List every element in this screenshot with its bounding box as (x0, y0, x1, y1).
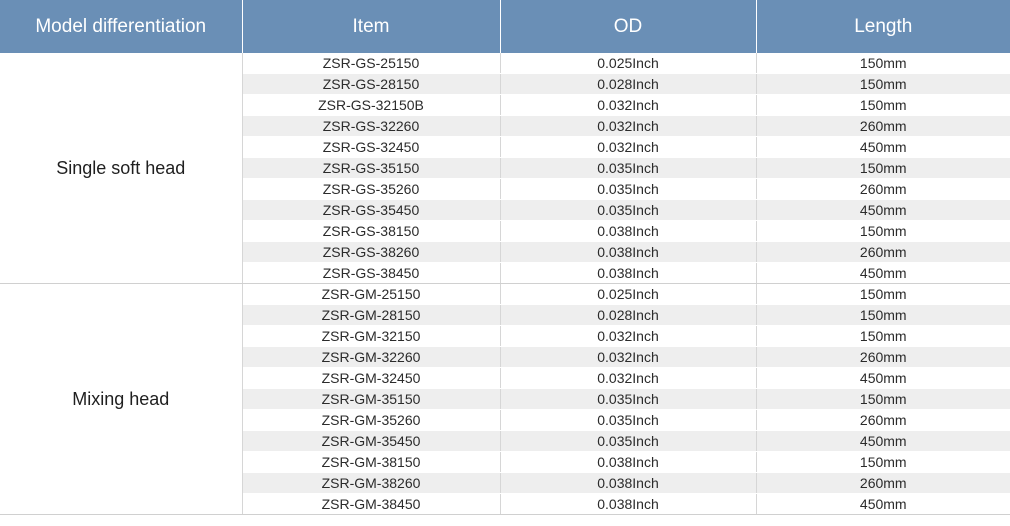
length-cell: 150mm (756, 220, 1010, 242)
length-cell: 450mm (756, 136, 1010, 158)
od-cell: 0.038Inch (500, 241, 757, 263)
od-cell: 0.035Inch (500, 157, 757, 179)
length-cell: 450mm (756, 367, 1010, 389)
header-row: Model differentiation Item OD Length (0, 0, 1010, 53)
od-cell: 0.038Inch (500, 451, 757, 473)
length-cell: 260mm (756, 346, 1010, 368)
item-cell: ZSR-GM-35450 (242, 430, 501, 452)
item-cell: ZSR-GS-38150 (242, 220, 501, 242)
od-cell: 0.038Inch (500, 220, 757, 242)
od-cell: 0.035Inch (500, 178, 757, 200)
od-cell: 0.035Inch (500, 388, 757, 410)
item-cell: ZSR-GM-32150 (242, 325, 501, 347)
item-cell: ZSR-GM-35150 (242, 388, 501, 410)
length-cell: 260mm (756, 241, 1010, 263)
item-cell: ZSR-GS-32450 (242, 136, 501, 158)
od-cell: 0.038Inch (500, 493, 757, 515)
group-label: Single soft head (0, 53, 243, 284)
table-header: Model differentiation Item OD Length (0, 0, 1010, 53)
item-cell: ZSR-GS-32150B (242, 94, 501, 116)
item-cell: ZSR-GM-38260 (242, 472, 501, 494)
length-cell: 450mm (756, 199, 1010, 221)
length-cell: 150mm (756, 304, 1010, 326)
length-cell: 150mm (756, 73, 1010, 95)
header-item: Item (242, 0, 501, 53)
item-cell: ZSR-GS-28150 (242, 73, 501, 95)
table-row: Single soft head ZSR-GS-25150 0.025Inch 150… (0, 53, 1010, 284)
od-cell: 0.038Inch (500, 472, 757, 494)
od-cell: 0.032Inch (500, 115, 757, 137)
length-cell: 260mm (756, 178, 1010, 200)
length-cell: 150mm (756, 388, 1010, 410)
length-cell: 150mm (756, 53, 1010, 74)
header-length: Length (756, 0, 1010, 53)
item-cell: ZSR-GS-32260 (242, 115, 501, 137)
od-cell: 0.032Inch (500, 136, 757, 158)
item-cell: ZSR-GS-38260 (242, 241, 501, 263)
table-row: Mixing head ZSR-GM-25150 0.025Inch 150mm (0, 283, 1010, 515)
item-cell: ZSR-GM-28150 (242, 304, 501, 326)
od-cell: 0.032Inch (500, 325, 757, 347)
length-cell: 150mm (756, 157, 1010, 179)
od-cell: 0.028Inch (500, 73, 757, 95)
item-cell: ZSR-GM-25150 (242, 283, 501, 305)
item-cell: ZSR-GM-32260 (242, 346, 501, 368)
od-cell: 0.038Inch (500, 262, 757, 284)
length-cell: 260mm (756, 115, 1010, 137)
item-cell: ZSR-GM-32450 (242, 367, 501, 389)
od-cell: 0.032Inch (500, 367, 757, 389)
item-cell: ZSR-GS-35450 (242, 199, 501, 221)
length-cell: 150mm (756, 325, 1010, 347)
length-cell: 150mm (756, 283, 1010, 305)
item-cell: ZSR-GS-35260 (242, 178, 501, 200)
table-body: Single soft head ZSR-GS-25150 0.025Inch 150… (0, 53, 1010, 515)
item-cell: ZSR-GS-25150 (242, 53, 501, 74)
od-cell: 0.025Inch (500, 53, 757, 74)
od-cell: 0.035Inch (500, 409, 757, 431)
item-cell: ZSR-GS-38450 (242, 262, 501, 284)
length-cell: 450mm (756, 430, 1010, 452)
length-cell: 260mm (756, 409, 1010, 431)
length-cell: 150mm (756, 451, 1010, 473)
length-cell: 450mm (756, 262, 1010, 284)
od-cell: 0.035Inch (500, 199, 757, 221)
item-cell: ZSR-GS-35150 (242, 157, 501, 179)
item-cell: ZSR-GM-35260 (242, 409, 501, 431)
item-cell: ZSR-GM-38150 (242, 451, 501, 473)
od-cell: 0.035Inch (500, 430, 757, 452)
od-cell: 0.032Inch (500, 94, 757, 116)
header-od: OD (500, 0, 757, 53)
spec-table: Model differentiation Item OD Length Sin… (0, 0, 1010, 515)
od-cell: 0.028Inch (500, 304, 757, 326)
length-cell: 260mm (756, 472, 1010, 494)
length-cell: 450mm (756, 493, 1010, 515)
item-cell: ZSR-GM-38450 (242, 493, 501, 515)
header-model-differentiation: Model differentiation (0, 0, 243, 53)
od-cell: 0.032Inch (500, 346, 757, 368)
group-label: Mixing head (0, 283, 243, 515)
length-cell: 150mm (756, 94, 1010, 116)
od-cell: 0.025Inch (500, 283, 757, 305)
